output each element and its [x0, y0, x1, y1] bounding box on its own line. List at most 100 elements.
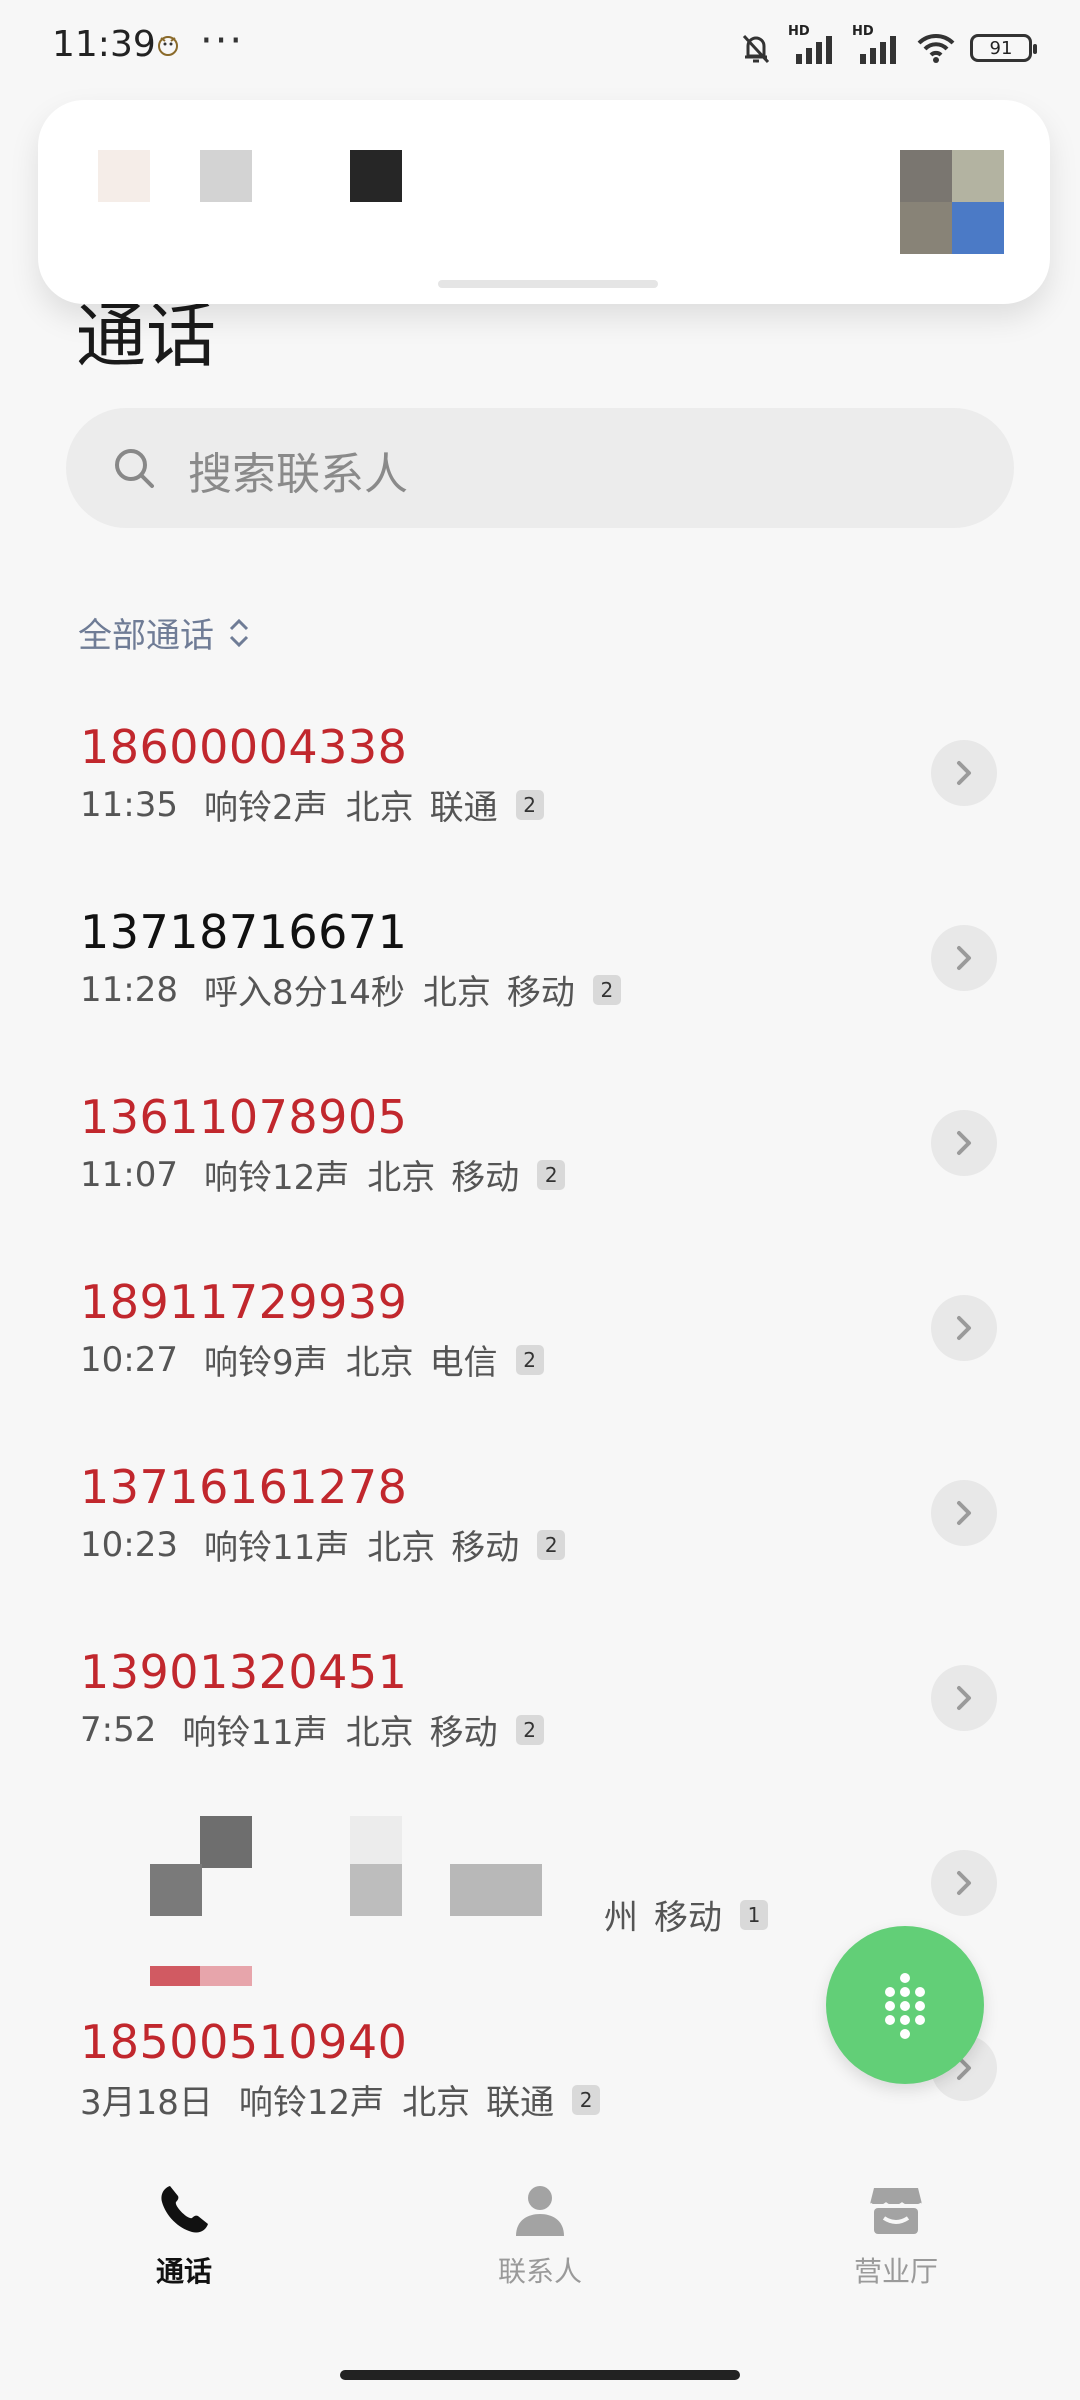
call-number: 13718716671 [80, 905, 408, 959]
call-carrier: 电信 [429, 1343, 498, 1383]
call-location-city: 州 [604, 1898, 638, 1938]
chevron-right-icon [957, 946, 971, 970]
call-carrier: 移动 [654, 1898, 722, 1938]
search-bar[interactable]: 搜索联系人 [66, 408, 1014, 528]
status-time: 11:39 [52, 24, 156, 65]
call-number: 18600004338 [80, 720, 408, 774]
status-right-icons: HD HD 91 [738, 24, 1037, 68]
sort-updown-icon [229, 618, 249, 647]
sim-badge: 2 [537, 1529, 566, 1560]
call-time: 7:52 [80, 1709, 157, 1750]
call-time: 3月18日 [80, 2083, 213, 2123]
sim-badge: 2 [572, 2084, 601, 2115]
call-status: 响铃11声 [182, 1713, 328, 1753]
pixelated-block [200, 150, 252, 202]
chevron-right-icon [957, 1501, 971, 1525]
call-status: 响铃11声 [203, 1528, 350, 1568]
call-details: 10:27 响铃9声 北京 电信 2 [80, 1335, 544, 1384]
call-location-city: 北京 [345, 788, 414, 828]
nav-tab-hall[interactable]: 营业厅 [796, 2180, 996, 2290]
call-status: 响铃12声 [238, 2083, 385, 2123]
notification-app-icon [158, 36, 178, 56]
call-log-row[interactable]: 13611078905 11:07 响铃12声 北京 移动 2 [0, 1076, 1080, 1261]
call-time: 10:23 [80, 1524, 178, 1565]
call-details: 11:35 响铃2声 北京 联通 2 [80, 780, 544, 829]
call-detail-button[interactable] [931, 1850, 997, 1916]
call-detail-button[interactable] [931, 925, 997, 991]
call-log-row[interactable]: 13716161278 10:23 响铃11声 北京 移动 2 [0, 1446, 1080, 1631]
call-detail-button[interactable] [931, 740, 997, 806]
call-detail-button[interactable] [931, 1110, 997, 1176]
call-number: 13901320451 [80, 1645, 408, 1699]
signal-1-icon: HD [788, 24, 838, 66]
chevron-right-icon [957, 1686, 971, 1710]
call-log-row[interactable]: 18600004338 11:35 响铃2声 北京 联通 2 [0, 706, 1080, 891]
search-icon [115, 449, 154, 488]
call-detail-button[interactable] [931, 1295, 997, 1361]
call-carrier: 移动 [451, 1158, 520, 1198]
call-log-row[interactable]: 13901320451 7:52 响铃11声 北京 移动 2 [0, 1631, 1080, 1816]
signal-2-icon: HD [852, 24, 902, 66]
call-location-city: 北京 [367, 1158, 436, 1198]
nav-tab-calls[interactable]: 通话 [84, 2180, 284, 2290]
sim-badge: 1 [740, 1899, 768, 1930]
call-location-city: 北京 [345, 1713, 414, 1753]
redacted-pixel-block [200, 1966, 252, 1986]
call-detail-button[interactable] [931, 1665, 997, 1731]
pixelated-avatar [900, 150, 952, 202]
nav-tab-contacts[interactable]: 联系人 [440, 2180, 640, 2290]
call-log-row[interactable]: 18911729939 10:27 响铃9声 北京 电信 2 [0, 1261, 1080, 1446]
call-number: 13716161278 [80, 1460, 408, 1514]
call-number: 18500510940 [80, 2015, 408, 2069]
call-filter-dropdown[interactable]: 全部通话 [78, 608, 250, 657]
call-number: 18911729939 [80, 1275, 408, 1329]
call-location-city: 北京 [345, 1343, 414, 1383]
call-carrier: 联通 [486, 2083, 555, 2123]
status-more-icon: ··· [200, 18, 245, 64]
notification-card[interactable] [38, 100, 1050, 304]
sim-badge: 2 [515, 789, 544, 820]
redacted-pixel-block [200, 1816, 252, 1868]
call-status: 响铃12声 [203, 1158, 350, 1198]
sim-badge: 2 [515, 1714, 544, 1745]
call-details: 州移动 1 [560, 1890, 768, 1939]
pixelated-avatar [952, 150, 1004, 202]
redacted-pixel-block [350, 1816, 402, 1864]
redacted-pixel-block [150, 1864, 202, 1916]
sim-badge: 2 [592, 974, 621, 1005]
call-time: 11:07 [80, 1154, 178, 1195]
store-icon [869, 2188, 923, 2234]
person-icon [516, 2186, 564, 2236]
call-status: 响铃2声 [203, 788, 328, 828]
notification-handle[interactable] [438, 280, 658, 288]
pixelated-avatar [952, 202, 1004, 254]
call-location-city: 北京 [422, 973, 491, 1013]
battery-icon: 91 [970, 34, 1037, 62]
dialpad-icon [885, 1973, 925, 2039]
chevron-right-icon [957, 1871, 971, 1895]
pixelated-avatar [900, 202, 952, 254]
wifi-icon [917, 33, 955, 63]
nav-label-hall: 营业厅 [853, 2255, 938, 2288]
home-indicator[interactable] [340, 2370, 740, 2380]
call-details: 11:07 响铃12声 北京 移动 2 [80, 1150, 566, 1199]
call-log-row[interactable]: 13718716671 11:28 呼入8分14秒 北京 移动 2 [0, 891, 1080, 1076]
filter-label: 全部通话 [78, 616, 214, 656]
pixelated-block [350, 150, 402, 202]
battery-level: 91 [989, 37, 1013, 59]
call-detail-button[interactable] [931, 1480, 997, 1546]
bell-off-icon [742, 34, 770, 64]
call-number: 13611078905 [80, 1090, 408, 1144]
search-input[interactable]: 搜索联系人 [188, 438, 408, 502]
sim-badge: 2 [515, 1344, 544, 1375]
nav-label-contacts: 联系人 [497, 2255, 582, 2288]
dialpad-button[interactable] [826, 1926, 984, 2084]
call-details: 3月18日 响铃12声 北京 联通 2 [80, 2075, 601, 2124]
call-status: 呼入8分14秒 [203, 973, 405, 1013]
nav-label-calls: 通话 [155, 2255, 212, 2288]
call-details: 7:52 响铃11声 北京 移动 2 [80, 1705, 544, 1754]
chevron-right-icon [957, 1316, 971, 1340]
status-bar: 11:39 ··· HD HD 91 [0, 0, 1080, 100]
bottom-navigation: 通话 联系人 营业厅 [0, 2180, 1080, 2330]
call-time: 10:27 [80, 1339, 178, 1380]
